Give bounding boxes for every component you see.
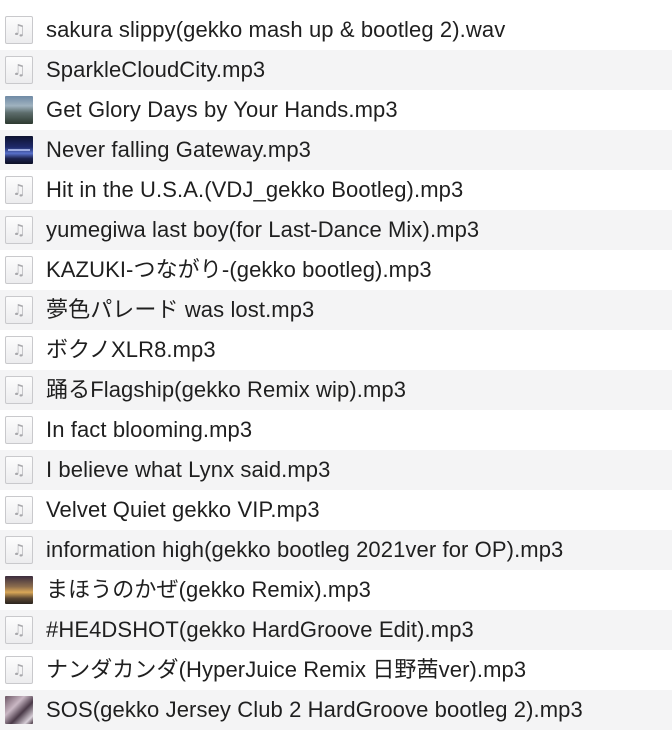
audio-file-icon: ♫ xyxy=(5,416,33,444)
file-row[interactable]: SOS(gekko Jersey Club 2 HardGroove bootl… xyxy=(0,690,672,730)
file-name: Hit in the U.S.A.(VDJ_gekko Bootleg).mp3 xyxy=(46,177,464,202)
file-row[interactable]: ♫ 踊るFlagship(gekko Remix wip).mp3 xyxy=(0,370,672,410)
file-row[interactable]: ♫ Velvet Quiet gekko VIP.mp3 xyxy=(0,490,672,530)
file-row[interactable]: ♫ yumegiwa last boy(for Last-Dance Mix).… xyxy=(0,210,672,250)
audio-file-icon: ♫ xyxy=(5,616,33,644)
file-name: SOS(gekko Jersey Club 2 HardGroove bootl… xyxy=(46,697,583,722)
audio-file-icon: ♫ xyxy=(5,256,33,284)
file-name: Get Glory Days by Your Hands.mp3 xyxy=(46,97,398,122)
file-name: ボクノXLR8.mp3 xyxy=(46,337,216,362)
audio-file-icon: ♫ xyxy=(5,456,33,484)
file-row[interactable]: Get Glory Days by Your Hands.mp3 xyxy=(0,90,672,130)
album-art-thumbnail xyxy=(5,96,33,124)
file-name: SparkleCloudCity.mp3 xyxy=(46,57,266,82)
audio-file-icon: ♫ xyxy=(5,376,33,404)
audio-file-icon: ♫ xyxy=(5,176,33,204)
file-row[interactable]: ♫ sakura slippy(gekko mash up & bootleg … xyxy=(0,10,672,50)
file-row[interactable]: ♫ KAZUKI-つながり-(gekko bootleg).mp3 xyxy=(0,250,672,290)
file-row[interactable]: ♫ Hit in the U.S.A.(VDJ_gekko Bootleg).m… xyxy=(0,170,672,210)
file-row[interactable]: Never falling Gateway.mp3 xyxy=(0,130,672,170)
file-row[interactable]: ♫ SparkleCloudCity.mp3 xyxy=(0,50,672,90)
file-name: 踊るFlagship(gekko Remix wip).mp3 xyxy=(46,377,407,402)
file-name: #HE4DSHOT(gekko HardGroove Edit).mp3 xyxy=(46,617,474,642)
file-row[interactable]: ♫ I believe what Lynx said.mp3 xyxy=(0,450,672,490)
file-name: Never falling Gateway.mp3 xyxy=(46,137,311,162)
file-row[interactable]: ♫ information high(gekko bootleg 2021ver… xyxy=(0,530,672,570)
file-name: 夢色パレード was lost.mp3 xyxy=(46,297,315,322)
file-list: ♫ sakura slippy(gekko mash up & bootleg … xyxy=(0,10,672,730)
file-name: information high(gekko bootleg 2021ver f… xyxy=(46,537,564,562)
file-name: KAZUKI-つながり-(gekko bootleg).mp3 xyxy=(46,257,432,282)
file-name: I believe what Lynx said.mp3 xyxy=(46,457,331,482)
file-name: yumegiwa last boy(for Last-Dance Mix).mp… xyxy=(46,217,480,242)
audio-file-icon: ♫ xyxy=(5,336,33,364)
audio-file-icon: ♫ xyxy=(5,296,33,324)
file-name: まほうのかぜ(gekko Remix).mp3 xyxy=(46,577,372,602)
audio-file-icon: ♫ xyxy=(5,656,33,684)
file-row[interactable]: ♫ 夢色パレード was lost.mp3 xyxy=(0,290,672,330)
file-name: Velvet Quiet gekko VIP.mp3 xyxy=(46,497,320,522)
audio-file-icon: ♫ xyxy=(5,216,33,244)
audio-file-icon: ♫ xyxy=(5,16,33,44)
file-row[interactable]: ♫ ナンダカンダ(HyperJuice Remix 日野茜ver).mp3 xyxy=(0,650,672,690)
audio-file-icon: ♫ xyxy=(5,496,33,524)
file-name: sakura slippy(gekko mash up & bootleg 2)… xyxy=(46,17,506,42)
audio-file-icon: ♫ xyxy=(5,56,33,84)
file-name: ナンダカンダ(HyperJuice Remix 日野茜ver).mp3 xyxy=(46,657,527,682)
file-row[interactable]: ♫ In fact blooming.mp3 xyxy=(0,410,672,450)
file-row[interactable]: ♫ ボクノXLR8.mp3 xyxy=(0,330,672,370)
file-row[interactable]: まほうのかぜ(gekko Remix).mp3 xyxy=(0,570,672,610)
album-art-thumbnail xyxy=(5,576,33,604)
audio-file-icon: ♫ xyxy=(5,536,33,564)
album-art-thumbnail xyxy=(5,136,33,164)
file-row[interactable]: ♫ #HE4DSHOT(gekko HardGroove Edit).mp3 xyxy=(0,610,672,650)
file-name: In fact blooming.mp3 xyxy=(46,417,253,442)
album-art-thumbnail xyxy=(5,696,33,724)
